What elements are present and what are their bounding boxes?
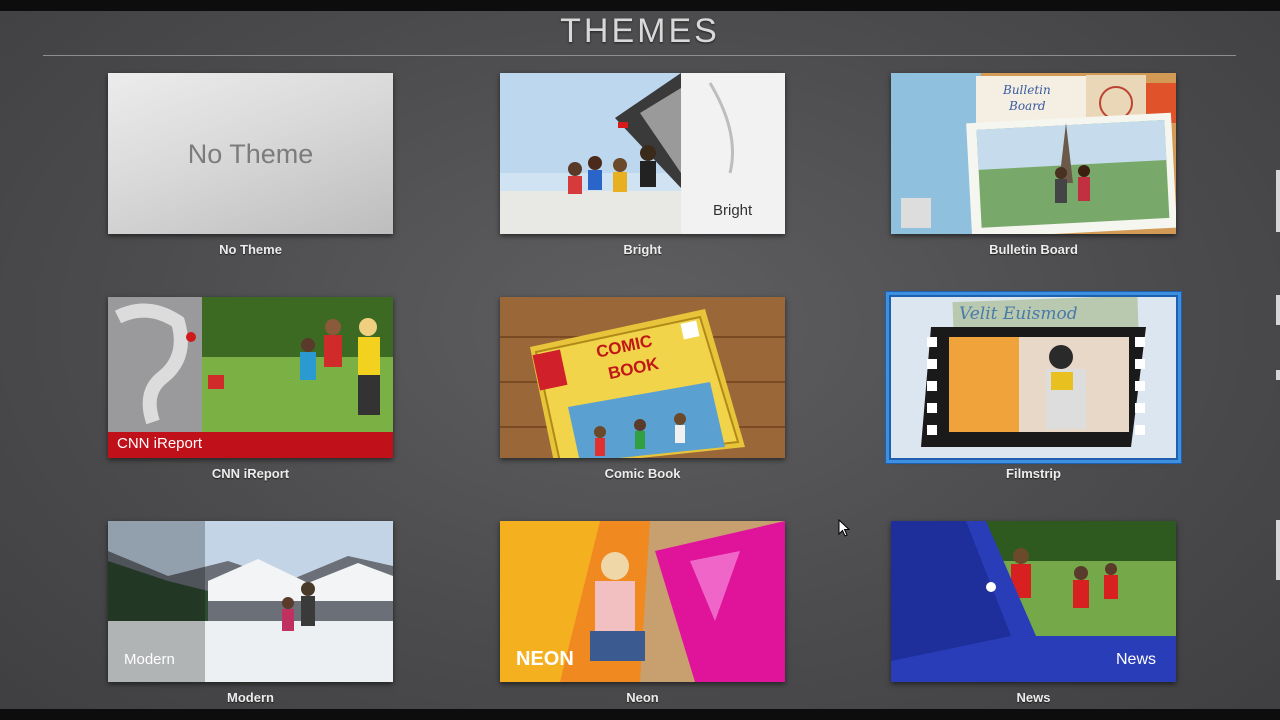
scrollbar-segment [1276, 520, 1280, 580]
comic-book-cover [500, 297, 785, 458]
theme-thumbnail-modern[interactable]: Modern [108, 521, 393, 682]
theme-label: Neon [626, 690, 659, 705]
scrollbar-segment [1276, 370, 1280, 380]
theme-card-neon[interactable]: NEON Neon [500, 521, 785, 705]
theme-card-bulletin-board[interactable]: Bulletin Board Bulletin Board [891, 73, 1176, 257]
theme-card-bright[interactable]: Bright Bright [500, 73, 785, 257]
theme-card-no-theme[interactable]: No Theme No Theme [108, 73, 393, 257]
mouse-cursor-icon [838, 519, 850, 537]
scrollbar-segment [1276, 170, 1280, 232]
theme-label: Bulletin Board [989, 242, 1078, 257]
preview-text: Velit Euismod [959, 304, 1078, 324]
theme-card-cnn-ireport[interactable]: CNN iReport CNN iReport [108, 297, 393, 481]
preview-text-line1: Bulletin [1003, 83, 1051, 97]
theme-card-comic-book[interactable]: COMIC BOOK Comic Book [500, 297, 785, 481]
theme-card-modern[interactable]: Modern Modern [108, 521, 393, 705]
theme-label: No Theme [219, 242, 282, 257]
preview-text: No Theme [187, 139, 314, 169]
preview-text: Bright [713, 202, 753, 219]
preview-text-line2: Board [1009, 99, 1046, 113]
title-divider [43, 55, 1236, 56]
themes-browser: THEMES No Theme No Theme Bright Bright B… [0, 0, 1280, 720]
theme-thumbnail-neon[interactable]: NEON [500, 521, 785, 682]
theme-thumbnail-bright[interactable]: Bright [500, 73, 785, 234]
theme-thumbnail-filmstrip[interactable]: Velit Euismod [886, 292, 1181, 463]
theme-thumbnail-news[interactable]: News [891, 521, 1176, 682]
preview-text: Modern [124, 651, 175, 668]
preview-text: CNN iReport [117, 435, 203, 452]
theme-label: Modern [227, 690, 274, 705]
theme-card-filmstrip[interactable]: Velit Euismod Filmstrip [886, 292, 1181, 481]
preview-text: News [1116, 651, 1157, 668]
theme-label: Bright [623, 242, 662, 257]
theme-label: Filmstrip [1006, 466, 1061, 481]
theme-label: News [1016, 690, 1051, 705]
bottom-bar [0, 709, 1280, 720]
theme-card-news[interactable]: News News [891, 521, 1176, 705]
theme-thumbnail-bulletin-board[interactable]: Bulletin Board [891, 73, 1176, 234]
cnn-ireport-photo [108, 297, 393, 458]
top-bar [0, 0, 1280, 11]
theme-thumbnail-no-theme[interactable]: No Theme [108, 73, 393, 234]
theme-thumbnail-comic-book[interactable]: COMIC BOOK [500, 297, 785, 458]
scrollbar-segment [1276, 295, 1280, 325]
scrollbar[interactable] [1276, 170, 1280, 610]
theme-label: CNN iReport [211, 466, 290, 481]
theme-label: Comic Book [604, 466, 681, 481]
bulletin-board-collage [891, 73, 1176, 234]
page-title: THEMES [560, 12, 720, 50]
preview-text: NEON [516, 648, 574, 670]
theme-thumbnail-cnn-ireport[interactable]: CNN iReport [108, 297, 393, 458]
